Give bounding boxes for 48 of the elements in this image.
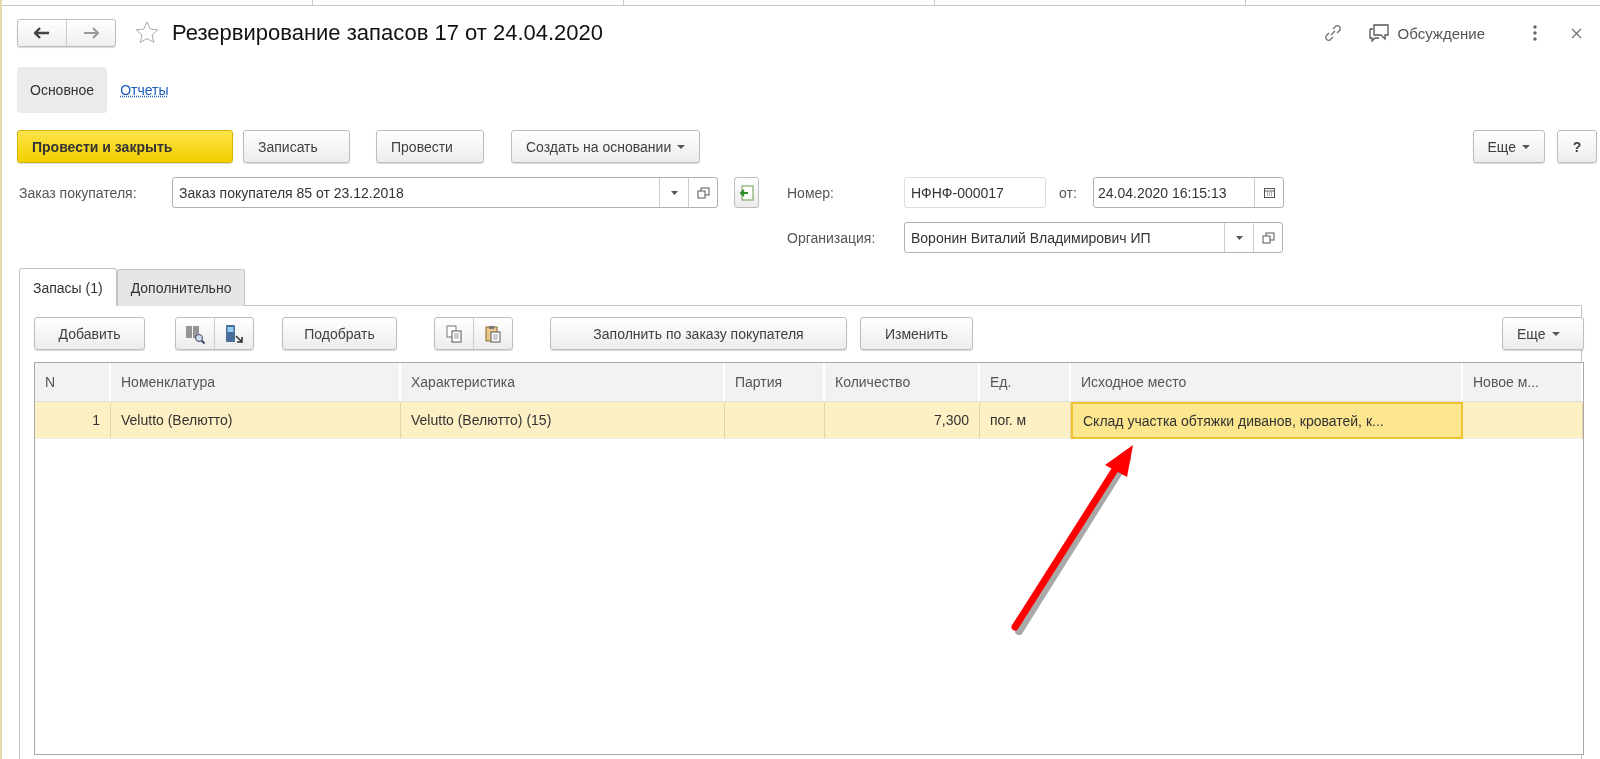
- more-button[interactable]: Еще: [1472, 130, 1545, 163]
- column-header[interactable]: Ед.: [980, 363, 1071, 402]
- help-button[interactable]: ?: [1557, 130, 1597, 163]
- kebab-menu-icon[interactable]: [1533, 25, 1537, 41]
- toolbar-button[interactable]: Подобрать: [282, 317, 397, 350]
- close-icon[interactable]: [1571, 27, 1582, 39]
- toolbar-button[interactable]: Заполнить по заказу покупателя: [550, 317, 847, 350]
- field-label: Номер:: [787, 184, 835, 201]
- toolbar-button[interactable]: Записать: [243, 130, 350, 163]
- table-cell: Velutto (Велютто) (15): [401, 402, 725, 439]
- column-header[interactable]: Партия: [725, 363, 825, 402]
- table-cell: Velutto (Велютто): [111, 402, 401, 439]
- field-label: Заказ покупателя:: [19, 184, 138, 201]
- back-arrow-icon[interactable]: [34, 27, 50, 39]
- table-cell: 1: [35, 402, 111, 439]
- copy-icon[interactable]: [445, 324, 463, 343]
- table-cell: Склад участка обтяжки диванов, кроватей, к...: [1071, 402, 1463, 439]
- section-tab[interactable]: Отчеты: [107, 67, 182, 113]
- table-cell: 7,300: [825, 402, 980, 439]
- column-header[interactable]: Новое м...: [1463, 363, 1583, 402]
- forward-arrow-icon[interactable]: [83, 27, 99, 39]
- discussion-link[interactable]: Обсуждение: [1397, 24, 1485, 42]
- column-header[interactable]: Номенклатура: [111, 363, 401, 402]
- table-cell: пог. м: [980, 402, 1071, 439]
- more-button[interactable]: Еще: [1502, 317, 1584, 350]
- field-label: от:: [1059, 184, 1078, 201]
- table-row[interactable]: 1 Velutto (Велютто) Velutto (Велютто) (15) 7,300 пог. м Склад участка обтяжки диванов, кроватей, к...: [35, 402, 1583, 439]
- number-field[interactable]: НФНФ-000017: [905, 178, 1045, 207]
- star-icon[interactable]: [134, 20, 160, 46]
- paste-icon[interactable]: [484, 324, 502, 343]
- device-arrow-icon[interactable]: [224, 323, 244, 344]
- create-based-on-button[interactable]: Создать на основании: [511, 130, 701, 163]
- toolbar-button[interactable]: Изменить: [860, 317, 973, 350]
- post-and-close-button[interactable]: Провести и закрыть: [17, 130, 233, 163]
- window-title: Резервирование запасов 17 от 24.04.2020: [172, 20, 604, 46]
- column-header[interactable]: Количество: [825, 363, 980, 402]
- toolbar-button[interactable]: Добавить: [34, 317, 145, 350]
- field-label: Организация:: [787, 229, 877, 246]
- tab[interactable]: Запасы (1): [19, 268, 117, 306]
- chat-icon[interactable]: [1367, 23, 1390, 43]
- tab[interactable]: Дополнительно: [116, 269, 246, 306]
- toolbar-button[interactable]: Провести: [376, 130, 484, 163]
- section-tab[interactable]: Основное: [17, 67, 108, 113]
- column-header[interactable]: Характеристика: [401, 363, 725, 402]
- column-header[interactable]: Исходное место: [1071, 363, 1463, 402]
- fill-from-order-button[interactable]: [734, 177, 759, 208]
- column-header[interactable]: N: [35, 363, 111, 402]
- barcode-search-icon[interactable]: [185, 323, 205, 344]
